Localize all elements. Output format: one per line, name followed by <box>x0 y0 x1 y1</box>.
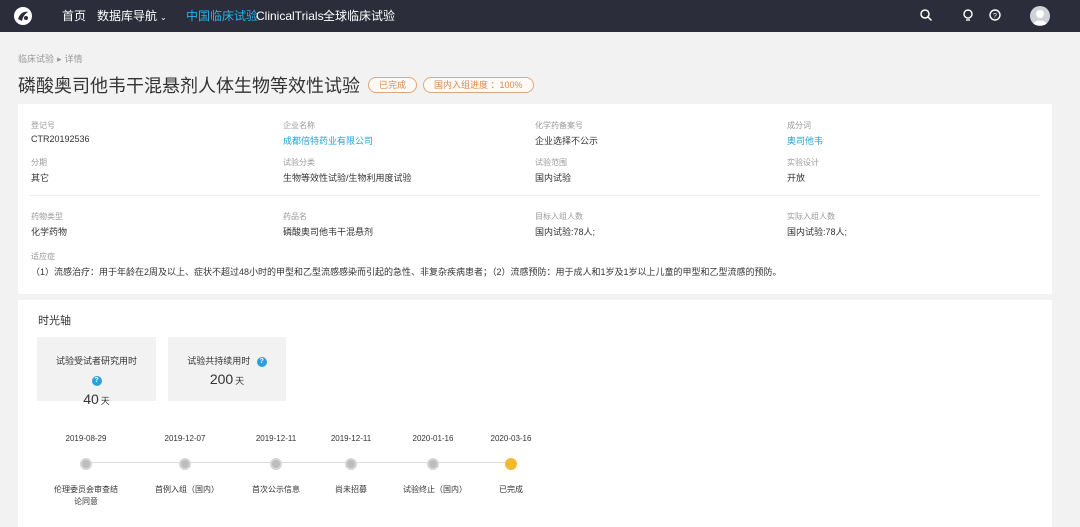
stat-label: 试验共持续用时 <box>187 356 251 366</box>
field-value: 国内试验 <box>535 173 572 183</box>
stat-unit: 天 <box>100 396 110 406</box>
breadcrumb-item-trials[interactable]: 临床试验 <box>18 54 54 64</box>
stat-label: 试验受试者研究用时 <box>55 356 137 366</box>
field-reg-no: 登记号 CTR20192536 <box>31 120 90 144</box>
timeline-label: 已完成 <box>499 485 523 494</box>
field-label: 实验设计 <box>787 158 819 167</box>
trial-info-card: 登记号 CTR20192536 企业名称 成都倍特药业有限公司 化学药备案号 企… <box>18 104 1052 294</box>
field-value: 磷酸奥司他韦干混悬剂 <box>283 227 374 237</box>
breadcrumb-item-detail: 详情 <box>64 54 83 64</box>
field-label: 分期 <box>31 158 47 167</box>
stat-number: 200 <box>209 371 234 387</box>
timeline-dot <box>427 458 439 470</box>
chevron-down-icon: ⌄ <box>160 13 167 22</box>
timeline-dot <box>80 458 92 470</box>
field-drug-type: 药物类型 化学药物 <box>31 211 67 238</box>
field-indication: 适应症 （1）流感治疗：用于年龄在2周及以上、症状不超过48小时的甲型和乙型流感… <box>31 251 782 278</box>
timeline-date: 2020-03-16 <box>490 434 532 443</box>
nav-china-trials[interactable]: 中国临床试验 <box>186 9 258 23</box>
nav-clinicaltrials[interactable]: ClinicalTrials <box>256 9 324 23</box>
field-value: 国内试验:78人; <box>535 227 596 237</box>
field-actual-enroll: 实际入组人数 国内试验:78人; <box>787 211 847 238</box>
help-icon-wrap: ? <box>37 373 156 387</box>
timeline-label: 伦理委员会审查结论同意 <box>54 485 118 506</box>
nav-database-label: 数据库导航 <box>97 9 158 23</box>
timeline-dot <box>179 458 191 470</box>
timeline-date: 2019-08-29 <box>65 434 107 443</box>
title-row: 磷酸奥司他韦干混悬剂人体生物等效性试验 已完成 国内入组进度 ：100% <box>18 72 534 98</box>
stat-box-subject-time: 试验受试者研究用时 ? 40 天 <box>37 337 156 407</box>
stat-box-total-time: 试验共持续用时 ? 200 天 <box>168 337 286 401</box>
help-icon[interactable]: ? <box>988 8 1004 24</box>
field-value: 国内试验:78人; <box>787 227 848 237</box>
timeline-card: 时光轴 试验受试者研究用时 ? 40 天 试验共持续用时 ? 200 天 2019-… <box>18 300 1052 527</box>
field-company: 企业名称 成都倍特药业有限公司 <box>283 120 373 147</box>
field-value: 开放 <box>787 173 806 183</box>
timeline-node: 2019-12-07 首例入组（国内） <box>135 434 235 496</box>
field-value: （1）流感治疗：用于年龄在2周及以上、症状不超过48小时的甲型和乙型流感感染而引… <box>31 267 782 277</box>
stat-unit: 天 <box>235 376 245 386</box>
timeline-node-current: 2020-03-16 已完成 <box>461 434 561 496</box>
timeline-label: 首例入组（国内） <box>155 485 219 494</box>
ingredient-link[interactable]: 奥司他韦 <box>787 134 823 147</box>
field-label: 企业名称 <box>283 121 315 130</box>
field-label: 药品名 <box>283 212 307 221</box>
lightbulb-icon[interactable] <box>961 8 977 24</box>
field-label: 适应症 <box>31 252 55 261</box>
timeline-label: 试验终止（国内） <box>403 485 467 494</box>
field-label: 登记号 <box>31 121 55 130</box>
divider <box>30 195 1040 196</box>
timeline-node: 2019-08-29 伦理委员会审查结论同意 <box>36 434 136 508</box>
field-trial-type: 试验分类 生物等效性试验/生物利用度试验 <box>283 157 412 184</box>
breadcrumb: 临床试验 ▸ 详情 <box>18 52 83 65</box>
field-label: 试验分类 <box>283 158 315 167</box>
field-label: 实际入组人数 <box>787 212 835 221</box>
field-target-enroll: 目标入组人数 国内试验:78人; <box>535 211 595 238</box>
stat-value: 40 天 <box>37 391 156 407</box>
field-label: 药物类型 <box>31 212 63 221</box>
timeline-label: 尚未招募 <box>335 485 367 494</box>
progress-badge: 国内入组进度 ：100% <box>423 77 534 93</box>
field-drug-code: 化学药备案号 企业选择不公示 <box>535 120 598 147</box>
timeline-dot <box>270 458 282 470</box>
field-value: 其它 <box>31 173 50 183</box>
timeline-date: 2019-12-07 <box>164 434 206 443</box>
field-value: CTR20192536 <box>31 134 90 144</box>
nav-global-trials[interactable]: 全球临床试验 <box>323 9 395 23</box>
field-ingredient: 成分词 奥司他韦 <box>787 120 823 147</box>
breadcrumb-arrow-icon: ▸ <box>57 54 62 64</box>
help-icon[interactable]: ? <box>256 356 267 367</box>
timeline-dot <box>345 458 357 470</box>
field-label: 成分词 <box>787 121 811 130</box>
nav-database[interactable]: 数据库导航 ⌄ <box>97 9 167 25</box>
field-phase: 分期 其它 <box>31 157 49 184</box>
field-value: 化学药物 <box>31 227 68 237</box>
timeline-dot-completed <box>505 458 517 470</box>
user-avatar[interactable] <box>1030 6 1050 26</box>
company-link[interactable]: 成都倍特药业有限公司 <box>283 134 373 147</box>
nav-home[interactable]: 首页 <box>62 9 86 23</box>
page-title: 磷酸奥司他韦干混悬剂人体生物等效性试验 <box>18 76 360 96</box>
logo-icon[interactable] <box>14 7 32 25</box>
field-value: 生物等效性试验/生物利用度试验 <box>283 173 412 183</box>
field-value: 企业选择不公示 <box>535 136 599 146</box>
stat-value: 200 天 <box>168 371 286 387</box>
field-drug-name: 药品名 磷酸奥司他韦干混悬剂 <box>283 211 373 238</box>
timeline-heading: 时光轴 <box>38 315 71 327</box>
field-label: 试验范围 <box>535 158 567 167</box>
stat-number: 40 <box>83 391 99 407</box>
svg-text:?: ? <box>993 13 997 20</box>
field-scope: 试验范围 国内试验 <box>535 157 571 184</box>
field-label: 目标入组人数 <box>535 212 583 221</box>
field-design: 实验设计 开放 <box>787 157 819 184</box>
status-badge: 已完成 <box>368 77 418 93</box>
help-icon[interactable]: ? <box>91 375 102 386</box>
field-label: 化学药备案号 <box>535 121 583 130</box>
stat-label-row: 试验共持续用时 ? <box>168 354 286 367</box>
top-nav-bar: 首页 数据库导航 ⌄ 中国临床试验 ClinicalTrials 全球临床试验 ? <box>0 0 1080 32</box>
search-icon[interactable] <box>919 8 935 24</box>
